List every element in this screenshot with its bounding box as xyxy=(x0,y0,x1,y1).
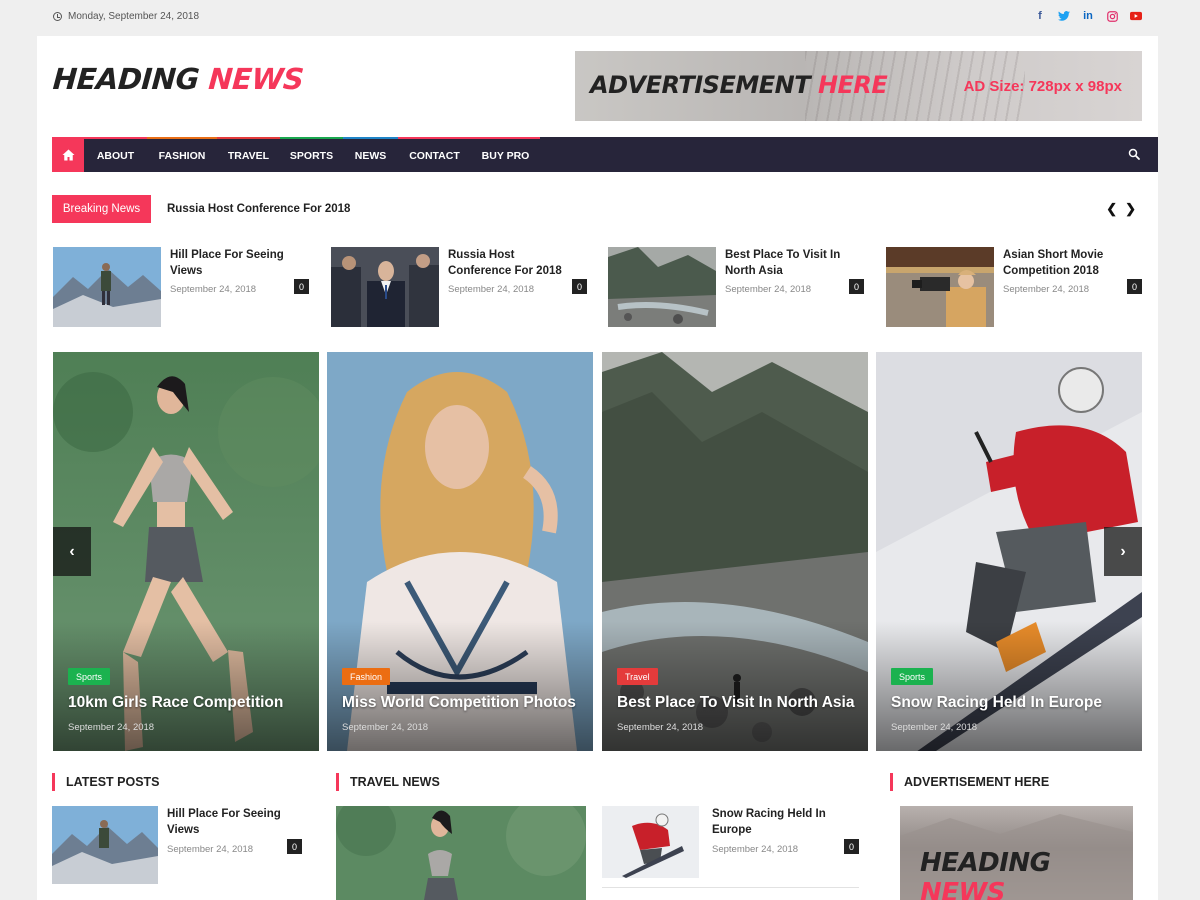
mini-post[interactable]: Best Place To Visit In North Asia Septem… xyxy=(608,247,864,327)
nav-item-buy-pro[interactable]: BUY PRO xyxy=(471,137,540,172)
travel-post-title[interactable]: Snow Racing Held In Europe xyxy=(712,806,832,838)
sidebar-ad-logo-news: NEWS xyxy=(920,878,1005,900)
current-date-text: Monday, September 24, 2018 xyxy=(68,11,200,22)
main-navigation: ABOUT FASHION TRAVEL SPORTS NEWS CONTACT… xyxy=(52,137,1158,172)
mini-post[interactable]: Russia Host Conference For 2018 Septembe… xyxy=(331,247,587,327)
slide-date: September 24, 2018 xyxy=(617,722,704,733)
latest-post-date: September 24, 2018 xyxy=(167,844,254,855)
ad-banner-title: ADVERTISEMENT HERE xyxy=(590,71,888,99)
latest-post-item[interactable]: Hill Place For Seeing Views September 24… xyxy=(52,806,302,884)
travel-featured-thumbnail[interactable] xyxy=(336,806,586,900)
mini-post-title[interactable]: Best Place To Visit In North Asia xyxy=(725,247,845,279)
header-ad-banner[interactable]: ADVERTISEMENT HERE AD Size: 728px x 98px xyxy=(575,51,1142,121)
mini-post-title[interactable]: Russia Host Conference For 2018 xyxy=(448,247,568,279)
post-thumbnail[interactable] xyxy=(608,247,716,327)
slider-next-button[interactable]: › xyxy=(1104,527,1142,576)
ad-size-text: AD Size: 728px x 98px xyxy=(963,78,1122,95)
slide-date: September 24, 2018 xyxy=(68,722,155,733)
slide-title[interactable]: 10km Girls Race Competition xyxy=(68,694,283,712)
current-date: Monday, September 24, 2018 xyxy=(53,11,199,22)
slide-date: September 24, 2018 xyxy=(342,722,429,733)
nav-item-contact[interactable]: CONTACT xyxy=(398,137,471,172)
category-badge[interactable]: Sports xyxy=(891,668,934,685)
comment-count[interactable]: 0 xyxy=(844,839,859,854)
comment-count[interactable]: 0 xyxy=(849,279,864,294)
breaking-news-label: Breaking News xyxy=(52,195,151,223)
nav-item-sports[interactable]: SPORTS xyxy=(280,137,343,172)
youtube-icon[interactable] xyxy=(1130,9,1142,23)
post-thumbnail[interactable] xyxy=(331,247,439,327)
mini-post-date: September 24, 2018 xyxy=(448,284,535,295)
search-icon[interactable] xyxy=(1128,147,1142,161)
mini-post-date: September 24, 2018 xyxy=(725,284,812,295)
comment-count[interactable]: 0 xyxy=(1127,279,1142,294)
post-thumbnail[interactable] xyxy=(602,806,699,878)
category-badge[interactable]: Sports xyxy=(68,668,111,685)
category-badge[interactable]: Travel xyxy=(617,668,658,685)
breaking-news-headline[interactable]: Russia Host Conference For 2018 xyxy=(167,203,350,215)
slide-title[interactable]: Best Place To Visit In North Asia xyxy=(617,694,854,712)
comment-count[interactable]: 0 xyxy=(287,839,302,854)
ad-title-part1: ADVERTISEMENT xyxy=(590,71,818,99)
mini-post-title[interactable]: Asian Short Movie Competition 2018 xyxy=(1003,247,1123,279)
chevron-left-icon[interactable]: ❮ xyxy=(1106,201,1117,217)
featured-slide[interactable]: Sports Snow Racing Held In Europe Septem… xyxy=(876,352,1142,751)
home-icon xyxy=(62,149,74,160)
slide-title[interactable]: Miss World Competition Photos xyxy=(342,694,576,712)
nav-item-news[interactable]: NEWS xyxy=(343,137,398,172)
sidebar-ad-logo-heading: HEADING xyxy=(920,848,1051,878)
logo-text-heading: HEADING xyxy=(51,62,210,96)
post-thumbnail[interactable] xyxy=(886,247,994,327)
nav-item-travel[interactable]: TRAVEL xyxy=(217,137,280,172)
section-title-advertisement: ADVERTISEMENT HERE xyxy=(890,773,1049,791)
page-container: HEADING NEWS ADVERTISEMENT HERE AD Size:… xyxy=(37,36,1158,900)
breaking-news-controls: ❮ ❯ xyxy=(1106,201,1136,217)
post-thumbnail[interactable] xyxy=(53,247,161,327)
top-bar: Monday, September 24, 2018 f in xyxy=(0,0,1200,36)
linkedin-icon[interactable]: in xyxy=(1082,9,1094,23)
latest-post-title[interactable]: Hill Place For Seeing Views xyxy=(167,806,287,838)
site-logo[interactable]: HEADING NEWS xyxy=(52,62,305,96)
nav-item-about[interactable]: ABOUT xyxy=(84,137,147,172)
ad-title-part2: HERE xyxy=(817,71,888,99)
section-title-travel-news: TRAVEL NEWS xyxy=(336,773,440,791)
list-divider xyxy=(602,887,859,888)
mini-post-title[interactable]: Hill Place For Seeing Views xyxy=(170,247,290,279)
sidebar-ad-logo: HEADING NEWS xyxy=(920,848,1133,900)
featured-slide[interactable]: Travel Best Place To Visit In North Asia… xyxy=(602,352,868,751)
slide-title[interactable]: Snow Racing Held In Europe xyxy=(891,694,1102,712)
nav-item-fashion[interactable]: FASHION xyxy=(147,137,217,172)
post-thumbnail[interactable] xyxy=(52,806,158,884)
mini-post[interactable]: Hill Place For Seeing Views September 24… xyxy=(53,247,309,327)
comment-count[interactable]: 0 xyxy=(572,279,587,294)
category-badge[interactable]: Fashion xyxy=(342,668,391,685)
mini-post-date: September 24, 2018 xyxy=(1003,284,1090,295)
mini-post[interactable]: Asian Short Movie Competition 2018 Septe… xyxy=(886,247,1142,327)
social-links: f in xyxy=(1034,9,1142,23)
twitter-icon[interactable] xyxy=(1058,9,1070,23)
mini-post-date: September 24, 2018 xyxy=(170,284,257,295)
facebook-icon[interactable]: f xyxy=(1034,9,1046,23)
featured-slide[interactable]: Sports 10km Girls Race Competition Septe… xyxy=(53,352,319,751)
chevron-left-icon: ‹ xyxy=(69,542,75,560)
chevron-right-icon[interactable]: ❯ xyxy=(1125,201,1136,217)
clock-icon xyxy=(53,12,62,21)
travel-post-date: September 24, 2018 xyxy=(712,844,799,855)
instagram-icon[interactable] xyxy=(1106,9,1118,23)
chevron-right-icon: › xyxy=(1120,542,1126,560)
sidebar-ad-banner[interactable]: HEADING NEWS xyxy=(900,806,1133,900)
section-title-latest-posts: LATEST POSTS xyxy=(52,773,160,791)
featured-slide[interactable]: Fashion Miss World Competition Photos Se… xyxy=(327,352,593,751)
slider-prev-button[interactable]: ‹ xyxy=(53,527,91,576)
logo-text-news: NEWS xyxy=(207,62,305,96)
slide-date: September 24, 2018 xyxy=(891,722,978,733)
travel-post-item[interactable]: Snow Racing Held In Europe September 24,… xyxy=(602,806,859,884)
home-button[interactable] xyxy=(52,137,84,172)
comment-count[interactable]: 0 xyxy=(294,279,309,294)
